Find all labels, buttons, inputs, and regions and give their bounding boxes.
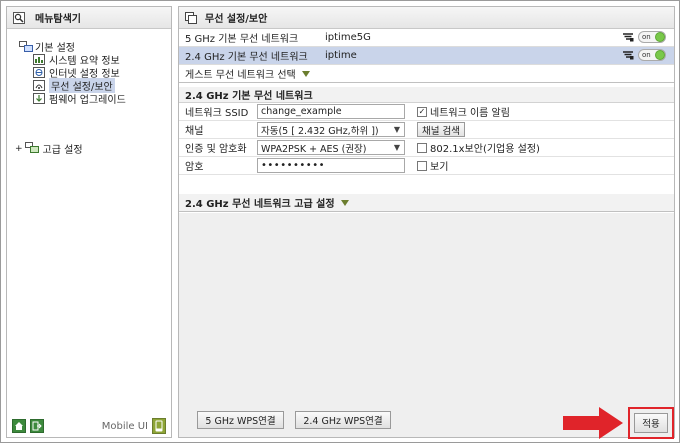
menu-explorer-header: 메뉴탐색기	[7, 7, 171, 29]
firmware-icon	[33, 93, 45, 104]
channel-select[interactable]: 자동(5 [ 2.432 GHz,하위 ]) ▼	[257, 122, 405, 137]
password-label: 암호	[185, 162, 204, 173]
red-arrow-annotation	[563, 407, 623, 439]
apply-button[interactable]: 적용	[634, 413, 668, 433]
window-frame: 메뉴탐색기 기본 설정 시스템 요약 정보 인터넷 설정 정보 무선 설정/보안…	[0, 0, 680, 443]
chevron-down-icon: ▼	[393, 125, 400, 134]
window-icon	[185, 11, 197, 24]
wifi-lock-icon	[622, 50, 634, 60]
sidebar-item-label: 펌웨어 업그레이드	[49, 95, 126, 106]
show-password-label: 보기	[430, 162, 449, 173]
main-header: 무선 설정/보안	[179, 7, 674, 29]
wireless-settings-panel: 무선 설정/보안 5 GHz 기본 무선 네트워크 iptime5G on 2.…	[178, 6, 675, 438]
internet-settings-icon	[33, 67, 45, 78]
menu-tree: 기본 설정 시스템 요약 정보 인터넷 설정 정보 무선 설정/보안 펌웨어 업…	[19, 40, 126, 106]
network-toggle[interactable]: on	[638, 49, 666, 61]
system-summary-icon	[33, 54, 45, 65]
broadcast-checkbox[interactable]: ✓	[417, 106, 427, 117]
network-ssid: iptime	[325, 50, 357, 61]
logout-icon[interactable]	[30, 419, 44, 433]
dropdown-triangle-icon	[340, 199, 349, 206]
enterprise-label: 802.1x보안(기업용 설정)	[430, 144, 540, 155]
advanced-settings-toggle[interactable]: 2.4 GHz 무선 네트워크 고급 설정	[179, 194, 674, 212]
auth-select[interactable]: WPA2PSK + AES (권장) ▼	[257, 140, 405, 155]
magnifier-icon	[13, 11, 25, 24]
network-toggle[interactable]: on	[638, 31, 666, 43]
enterprise-checkbox[interactable]	[417, 142, 427, 153]
wireless-icon	[33, 80, 45, 91]
ssid-row: 네트워크 SSID ✓ 네트워크 이름 알림	[179, 103, 674, 121]
ssid-label: 네트워크 SSID	[185, 108, 249, 119]
auth-label: 인증 및 암호화	[185, 144, 247, 155]
menu-explorer-panel: 메뉴탐색기 기본 설정 시스템 요약 정보 인터넷 설정 정보 무선 설정/보안…	[6, 6, 172, 438]
tree-group-advanced-label: 고급 설정	[42, 145, 83, 156]
broadcast-label: 네트워크 이름 알림	[430, 108, 510, 119]
toggle-knob	[655, 50, 665, 60]
folder-tree-icon	[24, 141, 39, 156]
channel-row: 채널 자동(5 [ 2.432 GHz,하위 ]) ▼ 채널 검색	[179, 121, 674, 139]
network-row-24ghz[interactable]: 2.4 GHz 기본 무선 네트워크 iptime on	[179, 47, 674, 65]
wifi-lock-icon	[622, 32, 634, 42]
tree-group-advanced[interactable]: + 고급 설정	[15, 141, 83, 156]
left-footer: Mobile UI	[7, 415, 171, 437]
toggle-knob	[655, 32, 665, 42]
dropdown-triangle-icon	[301, 70, 310, 77]
section-title: 2.4 GHz 기본 무선 네트워크	[179, 87, 674, 103]
sidebar-item-firmware[interactable]: 펌웨어 업그레이드	[21, 92, 126, 106]
guest-network-label: 게스트 무선 네트워크 선택	[185, 70, 296, 81]
folder-tree-icon	[19, 41, 33, 52]
guest-network-select[interactable]: 게스트 무선 네트워크 선택	[179, 65, 674, 83]
home-icon[interactable]	[12, 419, 26, 433]
network-ssid: iptime5G	[325, 32, 371, 43]
page-title: 무선 설정/보안	[205, 14, 268, 25]
wps-24ghz-button[interactable]: 2.4 GHz WPS연결	[295, 411, 391, 429]
advanced-settings-label: 2.4 GHz 무선 네트워크 고급 설정	[185, 199, 335, 210]
network-name: 5 GHz 기본 무선 네트워크	[185, 34, 299, 45]
network-row-5ghz[interactable]: 5 GHz 기본 무선 네트워크 iptime5G on	[179, 29, 674, 47]
mobile-phone-icon[interactable]	[152, 418, 166, 434]
password-row: 암호 •••••••••• 보기	[179, 157, 674, 175]
apply-highlight: 적용	[628, 407, 674, 439]
password-input[interactable]: ••••••••••	[257, 158, 405, 173]
ssid-input[interactable]	[257, 104, 405, 119]
show-password-checkbox[interactable]	[417, 160, 427, 171]
expand-icon: +	[15, 143, 23, 154]
auth-row: 인증 및 암호화 WPA2PSK + AES (권장) ▼ 802.1x보안(기…	[179, 139, 674, 157]
advanced-settings-area	[179, 213, 674, 437]
menu-explorer-title: 메뉴탐색기	[35, 14, 81, 25]
wps-5ghz-button[interactable]: 5 GHz WPS연결	[197, 411, 284, 429]
channel-label: 채널	[185, 126, 204, 137]
channel-search-button[interactable]: 채널 검색	[417, 122, 465, 137]
network-name: 2.4 GHz 기본 무선 네트워크	[185, 52, 308, 63]
mobile-ui-label[interactable]: Mobile UI	[102, 421, 148, 432]
chevron-down-icon: ▼	[393, 143, 400, 152]
